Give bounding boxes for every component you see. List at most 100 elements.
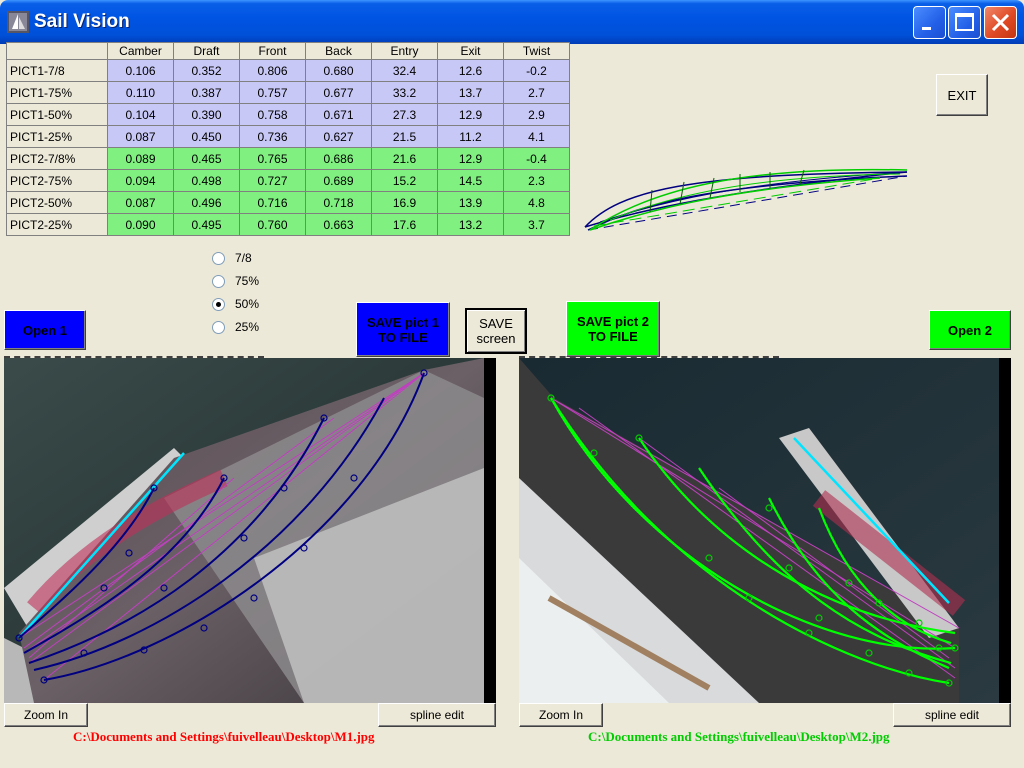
column-header: Twist: [503, 42, 570, 60]
sail-stats-table: Camber Draft Front Back Entry Exit Twist…: [6, 42, 570, 236]
radio-button-icon[interactable]: [212, 320, 225, 334]
table-row[interactable]: PICT2-50% 0.087 0.496 0.716 0.718 16.9 13.9 4.8: [6, 191, 570, 214]
table-cell: 0.716: [239, 191, 306, 214]
table-cell: 0.627: [305, 125, 372, 148]
radio-button-icon[interactable]: [212, 297, 225, 311]
table-cell: 3.7: [503, 213, 570, 236]
radio-label: 7/8: [235, 251, 252, 265]
row-label: PICT2-50%: [6, 191, 108, 214]
save-pict-2-button[interactable]: SAVE pict 2 TO FILE: [566, 301, 660, 357]
radio-label: 25%: [235, 320, 260, 334]
row-label: PICT1-7/8: [6, 59, 108, 82]
open-1-button[interactable]: Open 1: [4, 310, 86, 350]
table-cell: 21.5: [371, 125, 438, 148]
save-screen-button[interactable]: SAVE screen: [465, 308, 527, 354]
radio-option[interactable]: 7/8: [212, 251, 252, 265]
table-cell: 12.6: [437, 59, 504, 82]
table-row[interactable]: PICT1-7/8 0.106 0.352 0.806 0.680 32.4 12.6 -0.…: [6, 59, 570, 82]
title-bar[interactable]: Sail Vision: [0, 0, 1024, 44]
table-row[interactable]: PICT2-7/8% 0.089 0.465 0.765 0.686 21.6 12.9 -0…: [6, 147, 570, 170]
table-cell: 0.680: [305, 59, 372, 82]
table-cell: 0.090: [107, 213, 174, 236]
table-cell: 0.094: [107, 169, 174, 192]
table-cell: 0.106: [107, 59, 174, 82]
table-cell: 0.089: [107, 147, 174, 170]
table-cell: 0.765: [239, 147, 306, 170]
table-cell: 0.450: [173, 125, 240, 148]
maximize-button[interactable]: [948, 6, 981, 39]
file-path-2: C:\Documents and Settings\fuivelleau\Des…: [588, 729, 890, 744]
table-cell: 0.671: [305, 103, 372, 126]
table-cell: 21.6: [371, 147, 438, 170]
table-cell: 33.2: [371, 81, 438, 104]
table-cell: 0.110: [107, 81, 174, 104]
row-label: PICT1-25%: [6, 125, 108, 148]
radio-option[interactable]: 75%: [212, 274, 259, 288]
radio-option[interactable]: 25%: [212, 320, 259, 334]
sail-photo-2: [519, 358, 1011, 703]
table-cell: 4.8: [503, 191, 570, 214]
table-row[interactable]: PICT1-25% 0.087 0.450 0.736 0.627 21.5 11.2 4.1: [6, 125, 570, 148]
table-cell: 16.9: [371, 191, 438, 214]
row-label: PICT1-75%: [6, 81, 108, 104]
open-2-button[interactable]: Open 2: [929, 310, 1011, 350]
table-cell: 13.2: [437, 213, 504, 236]
table-cell: 2.9: [503, 103, 570, 126]
table-cell: 0.496: [173, 191, 240, 214]
column-header: Exit: [437, 42, 504, 60]
save-pict-1-button[interactable]: SAVE pict 1 TO FILE: [356, 302, 450, 357]
table-cell: 0.387: [173, 81, 240, 104]
sail-photo-1: [4, 358, 496, 703]
window-title: Sail Vision: [34, 11, 130, 32]
minimize-button[interactable]: [913, 6, 946, 39]
table-cell: 0.736: [239, 125, 306, 148]
table-cell: 13.7: [437, 81, 504, 104]
sail-app-icon: [7, 11, 29, 33]
exit-button[interactable]: EXIT: [936, 74, 988, 116]
row-label: PICT2-25%: [6, 213, 108, 236]
column-header: Draft: [173, 42, 240, 60]
table-cell: 0.352: [173, 59, 240, 82]
table-row[interactable]: PICT2-25% 0.090 0.495 0.760 0.663 17.6 13.2 3.7: [6, 213, 570, 236]
close-button[interactable]: [984, 6, 1017, 39]
table-cell: 0.718: [305, 191, 372, 214]
spline-edit-1-button[interactable]: spline edit: [378, 703, 496, 727]
table-cell: 0.390: [173, 103, 240, 126]
table-row[interactable]: PICT1-50% 0.104 0.390 0.758 0.671 27.3 12.9 2.9: [6, 103, 570, 126]
table-cell: 0.757: [239, 81, 306, 104]
sail-image-2[interactable]: [519, 358, 1011, 703]
sail-image-1[interactable]: [4, 358, 496, 703]
table-cell: 4.1: [503, 125, 570, 148]
radio-button-icon[interactable]: [212, 251, 225, 265]
table-cell: 0.104: [107, 103, 174, 126]
radio-option[interactable]: 50%: [212, 297, 259, 311]
zoom-in-1-button[interactable]: Zoom In: [4, 703, 88, 727]
table-cell: 12.9: [437, 147, 504, 170]
table-row[interactable]: PICT1-75% 0.110 0.387 0.757 0.677 33.2 13.7 2.7: [6, 81, 570, 104]
table-cell: -0.4: [503, 147, 570, 170]
table-cell: 14.5: [437, 169, 504, 192]
table-cell: 0.465: [173, 147, 240, 170]
row-label: PICT2-75%: [6, 169, 108, 192]
radio-button-icon[interactable]: [212, 274, 225, 288]
table-cell: 0.760: [239, 213, 306, 236]
row-label: PICT1-50%: [6, 103, 108, 126]
file-path-1: C:\Documents and Settings\fuivelleau\Des…: [73, 729, 375, 744]
close-icon: [991, 13, 1010, 32]
row-label: PICT2-7/8%: [6, 147, 108, 170]
table-row[interactable]: PICT2-75% 0.094 0.498 0.727 0.689 15.2 14.5 2.3: [6, 169, 570, 192]
table-cell: 0.689: [305, 169, 372, 192]
table-cell: 0.758: [239, 103, 306, 126]
table-cell: 15.2: [371, 169, 438, 192]
table-cell: 0.087: [107, 125, 174, 148]
table-header-row: Camber Draft Front Back Entry Exit Twist: [6, 42, 570, 60]
zoom-in-2-button[interactable]: Zoom In: [519, 703, 603, 727]
maximize-icon: [955, 13, 974, 31]
table-cell: 0.087: [107, 191, 174, 214]
column-header: Back: [305, 42, 372, 60]
table-cell: 2.7: [503, 81, 570, 104]
table-cell: 32.4: [371, 59, 438, 82]
table-cell: -0.2: [503, 59, 570, 82]
sail-profile-view: [584, 168, 908, 231]
spline-edit-2-button[interactable]: spline edit: [893, 703, 1011, 727]
